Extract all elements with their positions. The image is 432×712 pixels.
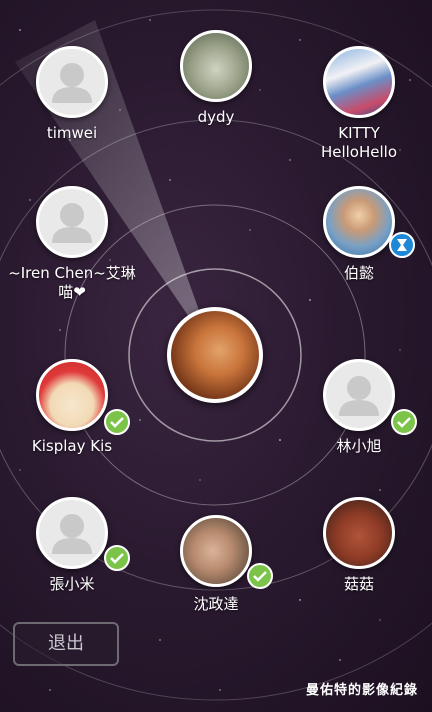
- contact-name: 張小米: [49, 575, 95, 593]
- contact-name: dydy: [197, 108, 235, 126]
- person-icon: [339, 376, 379, 416]
- contact-timwei[interactable]: timwei: [12, 46, 132, 143]
- avatar-placeholder: [323, 359, 395, 431]
- contact-kisplay[interactable]: Kisplay Kis: [12, 359, 132, 456]
- avatar-photo: [180, 30, 252, 102]
- contact-iren-chen[interactable]: ~Iren Chen~艾琳喵❤: [8, 186, 136, 302]
- person-icon: [52, 514, 92, 554]
- contact-zhang-xiaomi[interactable]: 張小米: [12, 497, 132, 594]
- avatar-placeholder: [36, 186, 108, 258]
- check-badge-icon: [391, 409, 417, 435]
- avatar-placeholder: [36, 46, 108, 118]
- avatar-photo: [36, 359, 108, 431]
- avatar-photo: [323, 186, 395, 258]
- check-badge-icon: [104, 545, 130, 571]
- contact-lin-xiaoxu[interactable]: 林小旭: [299, 359, 419, 456]
- contact-name: 林小旭: [336, 437, 382, 455]
- hourglass-badge-icon: [389, 232, 415, 258]
- person-icon: [52, 203, 92, 243]
- contact-name: 沈政達: [193, 595, 239, 613]
- contact-shen-zhengda[interactable]: 沈政達: [156, 515, 276, 614]
- exit-button[interactable]: 退出: [13, 622, 119, 666]
- person-icon: [52, 63, 92, 103]
- contact-kitty[interactable]: KITTY HelloHello: [299, 46, 419, 162]
- contact-name: 菇菇: [343, 575, 374, 593]
- avatar-photo: [180, 515, 252, 587]
- contact-name: 伯懿: [343, 264, 374, 282]
- current-user-avatar[interactable]: [167, 307, 263, 403]
- contact-boyi[interactable]: 伯懿: [299, 186, 419, 283]
- avatar-photo: [323, 46, 395, 118]
- contact-name: timwei: [46, 124, 98, 142]
- check-badge-icon: [104, 409, 130, 435]
- avatar-photo: [323, 497, 395, 569]
- check-badge-icon: [247, 563, 273, 589]
- watermark-text: 曼佑特的影像紀錄: [305, 683, 418, 698]
- contact-name: ~Iren Chen~艾琳喵❤: [8, 264, 136, 301]
- avatar-placeholder: [36, 497, 108, 569]
- contact-dydy[interactable]: dydy: [156, 30, 276, 127]
- contact-name: Kisplay Kis: [31, 437, 113, 455]
- contact-name: KITTY HelloHello: [320, 124, 398, 161]
- contact-gugu[interactable]: 菇菇: [299, 497, 419, 594]
